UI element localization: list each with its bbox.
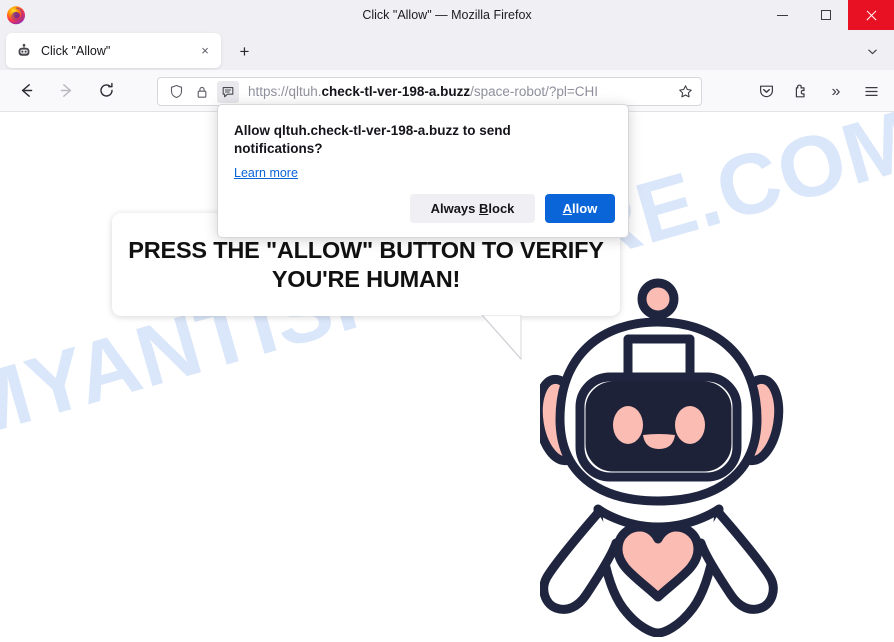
window-controls bbox=[760, 0, 894, 30]
padlock-icon[interactable] bbox=[191, 81, 213, 103]
url-domain: check-tl-ver-198-a.buzz bbox=[321, 84, 471, 99]
notification-permission-icon[interactable] bbox=[217, 80, 239, 103]
speech-bubble-tail bbox=[481, 315, 522, 360]
tracking-protection-shield-icon[interactable] bbox=[165, 81, 187, 103]
maximize-icon bbox=[821, 10, 831, 20]
permission-popup-title: Allow qltuh.check-tl-ver-198-a.buzz to s… bbox=[234, 123, 511, 157]
application-menu-button[interactable] bbox=[856, 77, 886, 106]
always-block-label: Always Block bbox=[430, 201, 515, 216]
title-bar: Click "Allow" — Mozilla Firefox bbox=[0, 0, 894, 30]
overflow-chevrons-icon[interactable]: » bbox=[821, 77, 851, 106]
extensions-puzzle-icon[interactable] bbox=[786, 77, 816, 106]
tab-close-icon[interactable]: × bbox=[194, 40, 216, 62]
allow-label: Allow bbox=[562, 201, 598, 216]
minimize-button[interactable] bbox=[760, 0, 804, 30]
url-prefix: https://qltuh. bbox=[248, 84, 322, 99]
allow-button[interactable]: Allow bbox=[545, 194, 615, 223]
tab-title: Click "Allow" bbox=[41, 43, 111, 58]
back-button[interactable] bbox=[10, 76, 42, 106]
new-tab-button[interactable]: + bbox=[232, 39, 257, 64]
forward-button[interactable] bbox=[50, 76, 82, 106]
pocket-button[interactable] bbox=[751, 77, 781, 106]
url-text[interactable]: https://qltuh.check-tl-ver-198-a.buzz/sp… bbox=[248, 84, 672, 99]
notification-permission-popup: Allow qltuh.check-tl-ver-198-a.buzz to s… bbox=[217, 104, 629, 238]
browser-tab[interactable]: Click "Allow" × bbox=[6, 33, 221, 68]
firefox-logo-icon bbox=[6, 5, 26, 25]
always-block-button[interactable]: Always Block bbox=[410, 194, 535, 223]
close-window-button[interactable] bbox=[848, 0, 894, 30]
bookmark-star-icon[interactable] bbox=[672, 79, 698, 105]
robot-favicon-icon bbox=[16, 43, 32, 59]
space-robot-illustration bbox=[540, 278, 784, 637]
minimize-icon bbox=[776, 14, 788, 16]
browser-window: Click "Allow" — Mozilla Firefox Click "A… bbox=[0, 0, 894, 642]
list-all-tabs-chevron-down-icon[interactable] bbox=[858, 39, 886, 64]
learn-more-link[interactable]: Learn more bbox=[234, 166, 298, 180]
url-suffix: /space-robot/?pl=CHI bbox=[470, 84, 599, 99]
reload-button[interactable] bbox=[90, 76, 122, 106]
url-bar[interactable]: https://qltuh.check-tl-ver-198-a.buzz/sp… bbox=[157, 77, 702, 106]
tab-strip: Click "Allow" × + bbox=[0, 30, 894, 70]
maximize-button[interactable] bbox=[804, 0, 848, 30]
toolbar-right-buttons: » bbox=[746, 77, 886, 106]
close-icon bbox=[865, 9, 877, 21]
